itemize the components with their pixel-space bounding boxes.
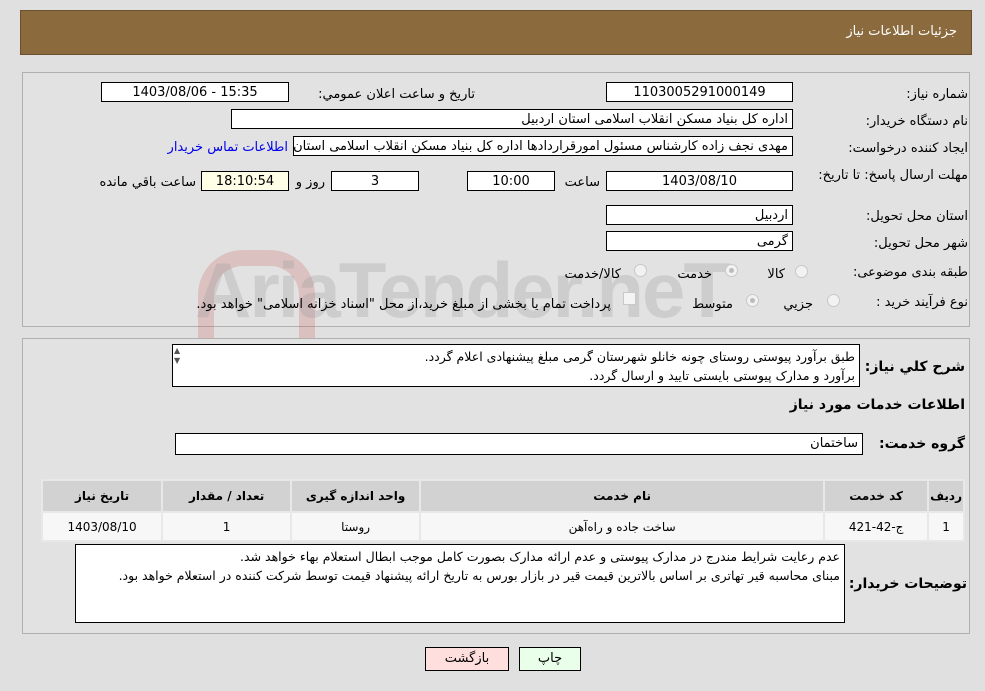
remaining-label: ساعت باقي مانده bbox=[99, 175, 196, 190]
process-label: نوع فرآیند خرید : bbox=[876, 295, 968, 310]
province-field: اردبیل bbox=[606, 205, 793, 225]
description-label: شرح كلي نياز: bbox=[864, 359, 965, 375]
textarea-scrollbar[interactable]: ▲ ▼ bbox=[174, 346, 188, 385]
category-option-service: خدمت bbox=[677, 267, 712, 282]
description-line: طبق برآورد پیوستی روستای چونه خانلو شهرس… bbox=[424, 349, 855, 364]
creator-field: مهدی نجف زاده کارشناس مسئول امورقرارداده… bbox=[293, 136, 793, 156]
description-textarea[interactable]: طبق برآورد پیوستی روستای چونه خانلو شهرس… bbox=[172, 344, 860, 387]
back-button[interactable]: بازگشت bbox=[425, 647, 509, 671]
service-group-label: گروه خدمت: bbox=[879, 436, 965, 452]
deadline-time-field: 10:00 bbox=[467, 171, 555, 191]
process-option-minor: جزيي bbox=[783, 297, 813, 312]
process-option-medium: متوسط bbox=[692, 297, 733, 312]
buyer-field: اداره کل بنیاد مسکن انقلاب اسلامی استان … bbox=[231, 109, 793, 129]
treasury-payment-checkbox[interactable] bbox=[623, 292, 636, 305]
cell-row: 1 bbox=[927, 511, 965, 542]
need-number-label: شماره نیاز: bbox=[906, 87, 968, 102]
city-field: گرمی bbox=[606, 231, 793, 251]
category-radio-goods-service[interactable] bbox=[634, 264, 647, 277]
creator-label: ایجاد کننده درخواست: bbox=[848, 141, 968, 156]
category-option-goods: کالا bbox=[767, 267, 785, 282]
announce-field: 1403/08/06 - 15:35 bbox=[101, 82, 289, 102]
cell-code: ج-42-421 bbox=[823, 511, 930, 542]
col-row: رديف bbox=[927, 479, 965, 513]
service-group-field: ساختمان bbox=[175, 433, 863, 455]
page-title: جزئیات اطلاعات نیاز bbox=[846, 24, 957, 39]
province-label: استان محل تحویل: bbox=[866, 209, 968, 224]
cell-name: ساخت جاده و راه‌آهن bbox=[419, 511, 826, 542]
table-header-row: رديف كد خدمت نام خدمت واحد اندازه گيری ت… bbox=[40, 479, 965, 513]
buyer-notes-label: توضيحات خريدار: bbox=[848, 576, 967, 592]
print-button[interactable]: چاپ bbox=[519, 647, 581, 671]
table-row: 1 ج-42-421 ساخت جاده و راه‌آهن روستا 1 1… bbox=[40, 511, 965, 542]
col-code: كد خدمت bbox=[823, 479, 930, 513]
announce-label: تاریخ و ساعت اعلان عمومي: bbox=[318, 87, 475, 102]
buyer-notes-textarea[interactable]: عدم رعایت شرایط مندرج در مدارک پیوستی و … bbox=[75, 544, 845, 623]
process-radio-medium[interactable] bbox=[746, 294, 759, 307]
deadline-label: مهلت ارسال پاسخ: تا تاریخ: bbox=[818, 168, 968, 183]
days-field: 3 bbox=[331, 171, 419, 191]
buyer-notes-line: عدم رعایت شرایط مندرج در مدارک پیوستی و … bbox=[240, 549, 840, 564]
days-label: روز و bbox=[295, 175, 325, 190]
col-date: تاريخ نياز bbox=[40, 479, 164, 513]
cell-unit: روستا bbox=[290, 511, 422, 542]
col-unit: واحد اندازه گيری bbox=[290, 479, 422, 513]
page-header: جزئیات اطلاعات نیاز bbox=[20, 10, 972, 55]
col-qty: تعداد / مقدار bbox=[161, 479, 293, 513]
remaining-time-field: 18:10:54 bbox=[201, 171, 289, 191]
services-table: رديف كد خدمت نام خدمت واحد اندازه گيری ت… bbox=[40, 479, 965, 542]
category-option-goods-service: کالا/خدمت bbox=[564, 267, 621, 282]
treasury-payment-text: پرداخت تمام یا بخشی از مبلغ خرید،از محل … bbox=[196, 297, 611, 312]
col-name: نام خدمت bbox=[419, 479, 826, 513]
process-radio-minor[interactable] bbox=[827, 294, 840, 307]
watermark: AriaTender.neT bbox=[195, 246, 731, 334]
buyer-label: نام دستگاه خریدار: bbox=[865, 114, 968, 129]
deadline-date-field: 1403/08/10 bbox=[606, 171, 793, 191]
category-label: طبقه بندی موضوعی: bbox=[852, 265, 968, 280]
need-number-field: 1103005291000149 bbox=[606, 82, 793, 102]
city-label: شهر محل تحویل: bbox=[873, 236, 968, 251]
category-radio-service[interactable] bbox=[725, 264, 738, 277]
cell-date: 1403/08/10 bbox=[40, 511, 164, 542]
cell-qty: 1 bbox=[161, 511, 293, 542]
buyer-contact-link[interactable]: اطلاعات تماس خریدار bbox=[168, 140, 288, 155]
category-radio-goods[interactable] bbox=[795, 265, 808, 278]
description-line: برآورد و مدارک پیوستی بایستی تایید و ارس… bbox=[589, 368, 855, 383]
buyer-notes-line: مبنای محاسبه قیر تهاتری بر اساس بالاترین… bbox=[118, 568, 840, 583]
services-title: اطلاعات خدمات مورد نياز bbox=[789, 397, 965, 413]
time-label: ساعت bbox=[564, 175, 600, 190]
